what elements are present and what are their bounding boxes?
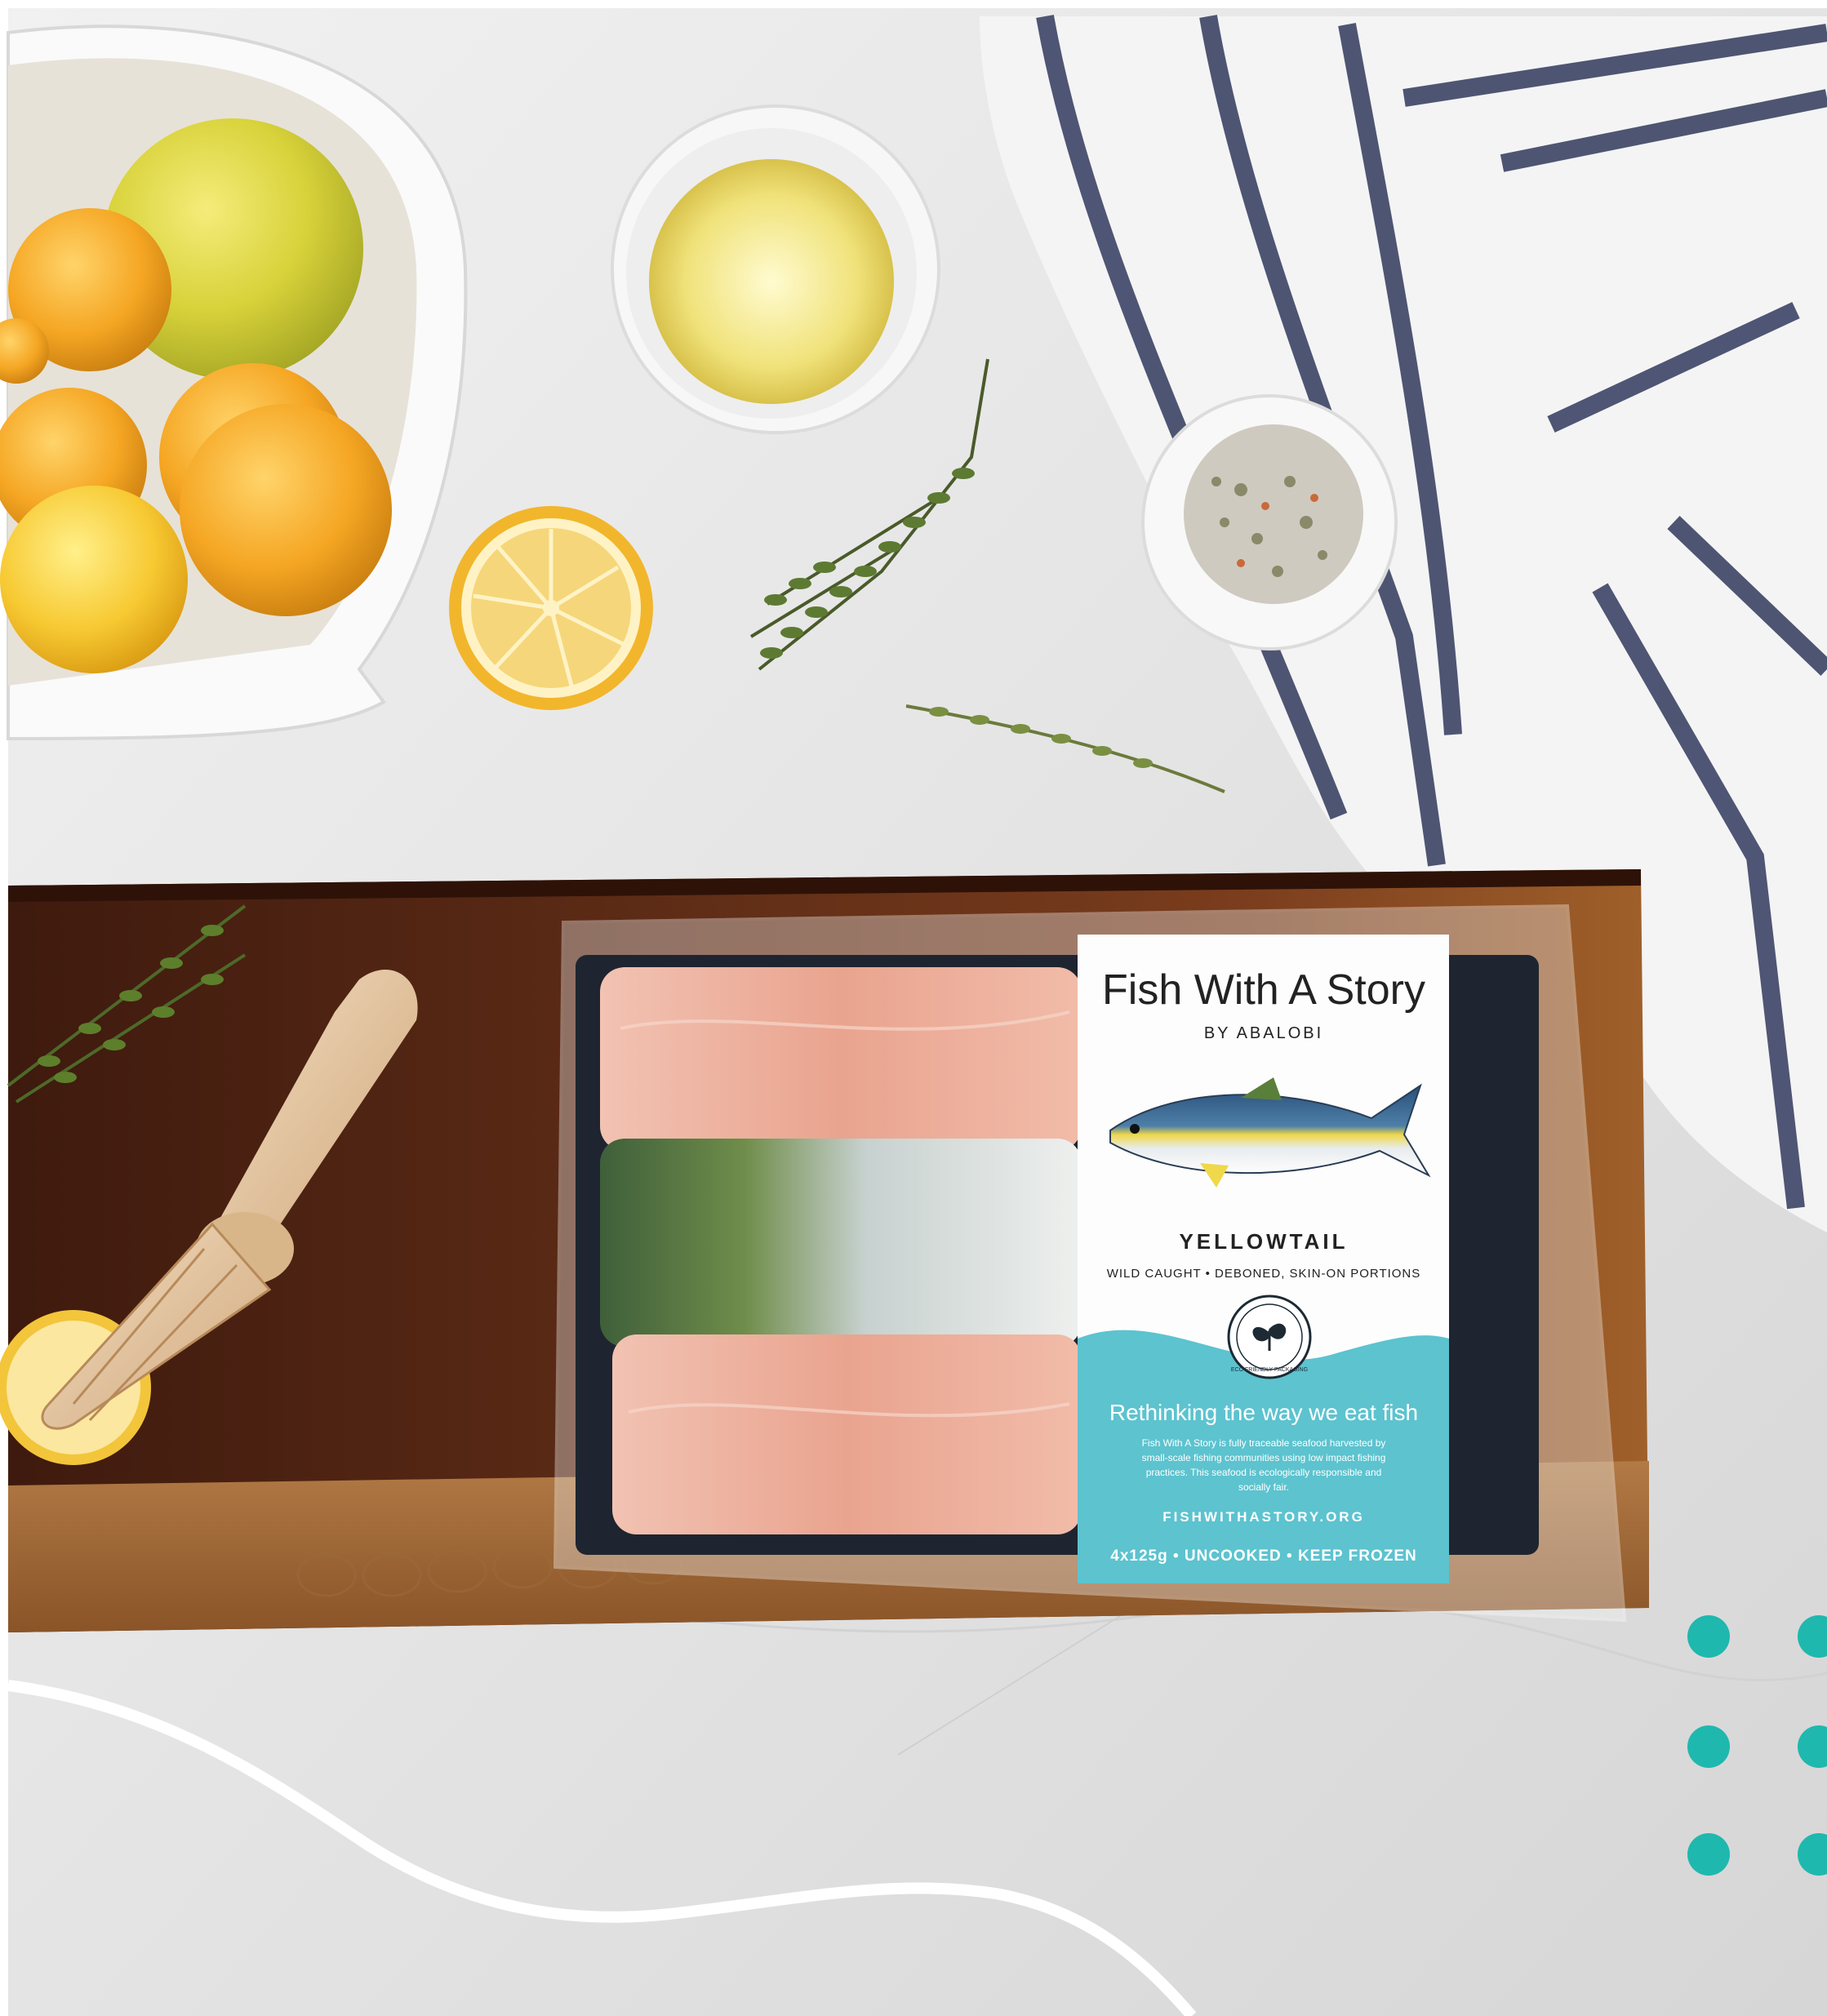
fish-fillet-skin [600, 1139, 1082, 1347]
website-link: FISHWITHASTORY.ORG [1162, 1509, 1365, 1525]
body-line: socially fair. [1238, 1481, 1289, 1493]
badge-text: ECO FRIENDLY PACKAGING [1231, 1367, 1308, 1373]
brand-title: Fish With A Story [1102, 966, 1425, 1014]
weight-info: 4x125g • UNCOOKED • KEEP FROZEN [1110, 1548, 1416, 1565]
brand-subtitle: BY ABALOBI [1204, 1024, 1323, 1042]
food-flatlay-photo: Fish With A Story BY ABALOBI YELLOWTAIL … [0, 0, 1827, 2016]
herb-salt-dish [1141, 394, 1398, 651]
lemon [0, 486, 188, 673]
teal-dot [1687, 1615, 1730, 1658]
body-line: practices. This seafood is ecologically … [1146, 1467, 1382, 1478]
olive-oil [649, 159, 894, 404]
body-line: Fish With A Story is fully traceable sea… [1142, 1437, 1386, 1449]
species-name: YELLOWTAIL [1179, 1229, 1348, 1254]
fish-fillet [600, 967, 1082, 1151]
product-description: WILD CAUGHT • DEBONED, SKIN-ON PORTIONS [1107, 1267, 1421, 1281]
body-line: small-scale fishing communities using lo… [1142, 1452, 1386, 1463]
lemon [180, 404, 392, 616]
olive-oil-ramekin [611, 104, 940, 434]
teal-dot [1687, 1725, 1730, 1768]
half-lemon [449, 506, 653, 710]
teal-dot [1687, 1833, 1730, 1876]
tagline: Rethinking the way we eat fish [1109, 1400, 1418, 1425]
package-label: Fish With A Story BY ABALOBI YELLOWTAIL … [1078, 935, 1449, 1583]
eco-friendly-badge: ECO FRIENDLY PACKAGING [1227, 1294, 1312, 1379]
fish-fillet [612, 1334, 1082, 1534]
